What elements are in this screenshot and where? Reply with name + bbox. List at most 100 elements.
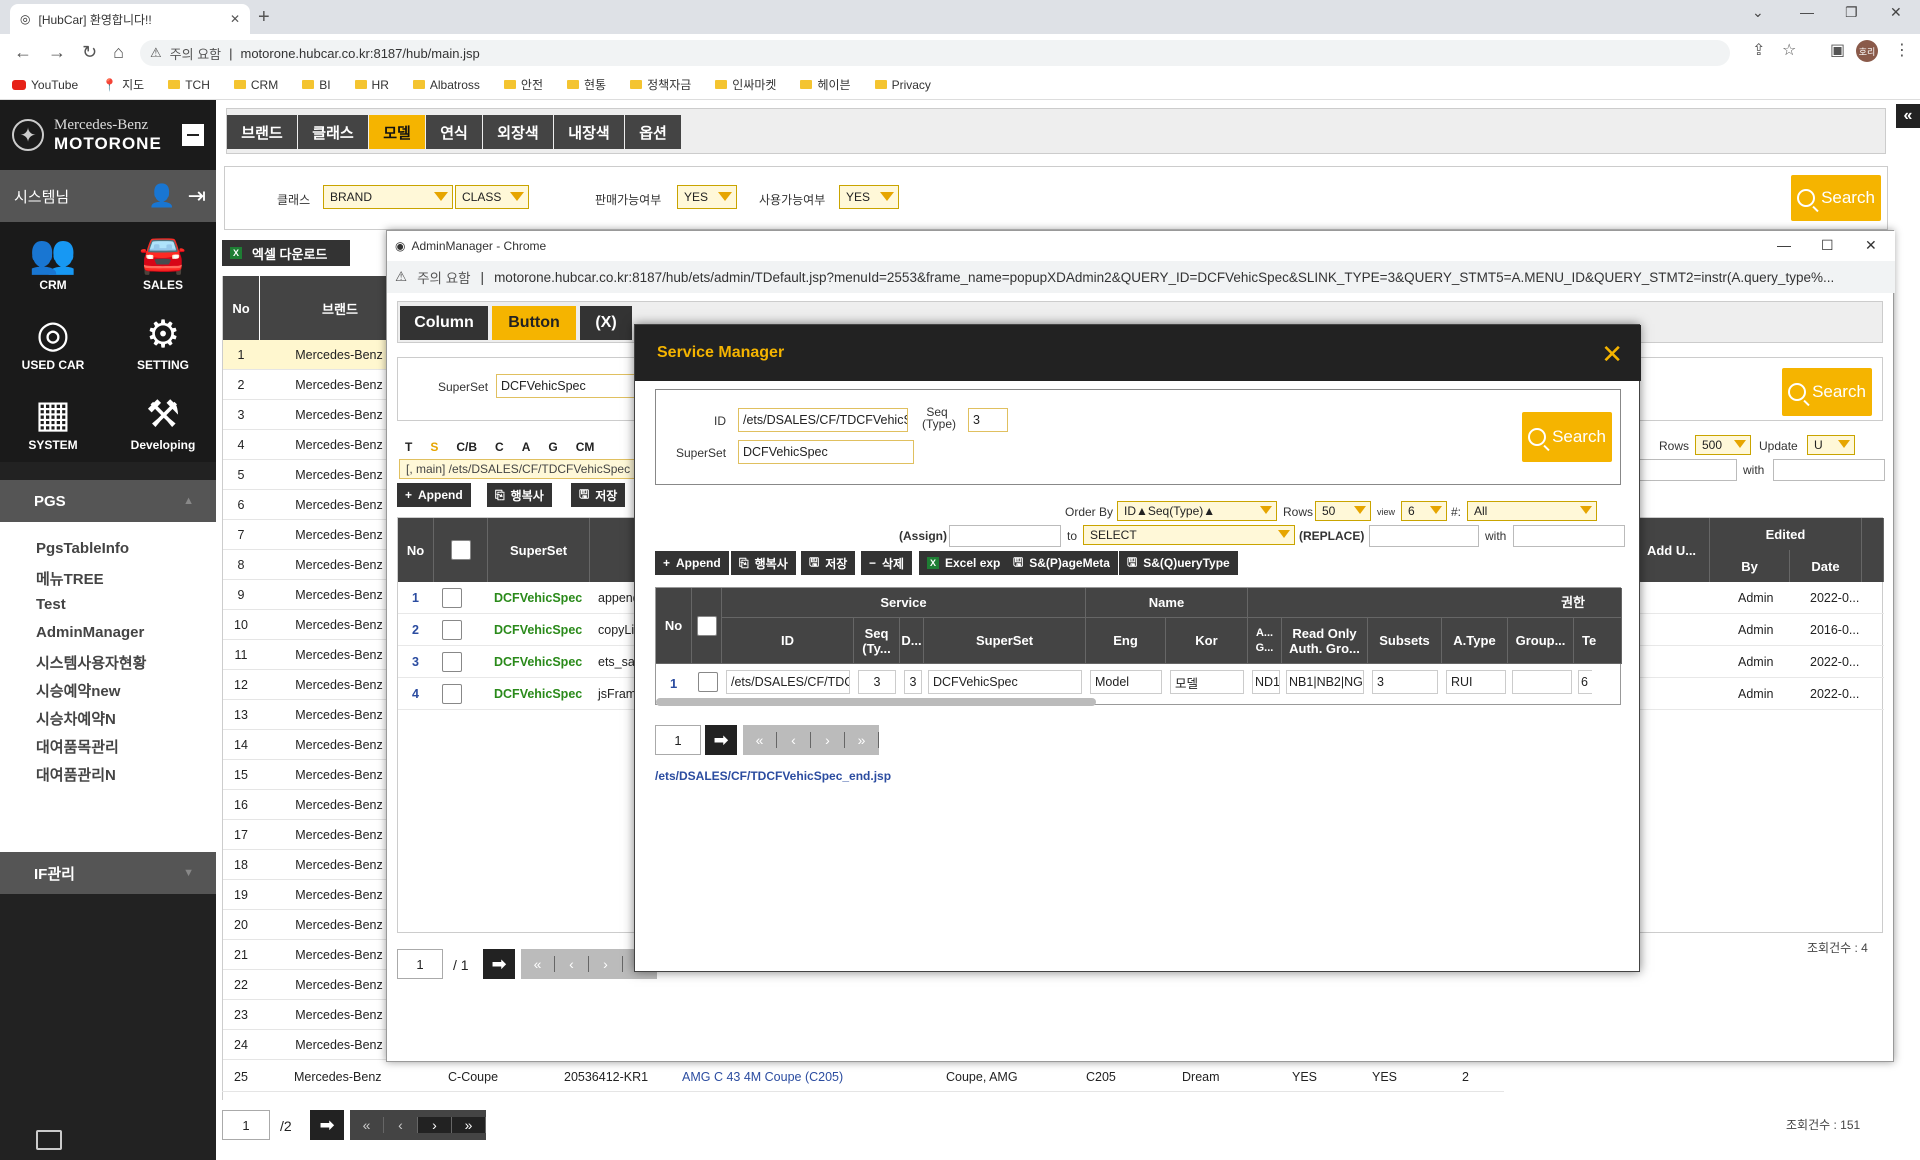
tab-3[interactable]: 연식 [426, 115, 482, 149]
bookmark-star-icon[interactable]: ☆ [1782, 40, 1796, 60]
popup-close-button[interactable]: ✕ [1865, 237, 1877, 254]
row-ag-input[interactable]: ND1 [1252, 670, 1280, 694]
row-atype-input[interactable]: RUI [1446, 670, 1506, 694]
service-table-row[interactable]: 1 /ets/DSALES/CF/TDCFVehicSpec.jsp 3 3 D… [656, 664, 1622, 700]
delete-button[interactable]: − 삭제 [861, 551, 913, 575]
row-eng-input[interactable]: Model [1090, 670, 1162, 694]
update-select[interactable]: U [1807, 435, 1855, 455]
sales-menu[interactable]: 🚘 SALES [118, 232, 208, 292]
sidebar-item[interactable]: 시스템사용자현황 [36, 652, 146, 673]
type-filter-letter[interactable]: C [495, 440, 504, 454]
save-page-meta-button[interactable]: 🖫 S&(P)ageMeta [1005, 551, 1118, 575]
sidebar-item[interactable]: 시승차예약N [36, 708, 116, 729]
replace-label[interactable]: (REPLACE) [1299, 529, 1364, 543]
assign-input[interactable] [949, 525, 1061, 547]
tab-4[interactable]: 외장색 [483, 115, 553, 149]
popup-search-button[interactable]: Search [1782, 368, 1872, 416]
used-car-menu[interactable]: ◎ USED CAR [8, 312, 98, 372]
popup-page-input[interactable]: 1 [397, 949, 443, 979]
back-icon[interactable]: ← [14, 42, 32, 63]
row-d-input[interactable]: 3 [904, 670, 922, 694]
collapse-menu-button[interactable] [182, 124, 204, 146]
popup-minimize-button[interactable]: — [1777, 237, 1791, 253]
last-page-icon[interactable]: » [845, 732, 879, 748]
next-page-icon[interactable]: › [811, 732, 845, 748]
system-menu[interactable]: ▦ SYSTEM [8, 392, 98, 452]
row-id-input[interactable]: /ets/DSALES/CF/TDCFVehicSpec.jsp [726, 670, 850, 694]
user-icon[interactable]: 👤 [148, 183, 175, 209]
bookmark-item[interactable]: 인싸마켓 [715, 76, 776, 93]
append-button[interactable]: + Append [655, 551, 729, 575]
superset-input[interactable]: DCFVehicSpec [738, 440, 914, 464]
row-kor-input[interactable]: 모델 [1170, 670, 1244, 694]
table-row[interactable]: 25 Mercedes-Benz C-Coupe 20536412-KR1 AM… [222, 1062, 1504, 1092]
save-button[interactable]: 🖫 저장 [571, 483, 626, 507]
sidebar-item[interactable]: AdminManager [36, 624, 144, 641]
book-icon[interactable] [36, 1130, 62, 1150]
next-page-icon[interactable]: › [589, 956, 623, 972]
setting-menu[interactable]: ⚙ SETTING [118, 312, 208, 372]
bookmark-item[interactable]: BI [302, 78, 331, 92]
seq-input[interactable]: 3 [968, 408, 1008, 432]
excel-download-button[interactable]: X 엑셀 다운로드 [222, 240, 350, 266]
home-icon[interactable]: ⌂ [113, 42, 124, 63]
tab-column[interactable]: Column [400, 306, 488, 340]
type-filter-letter[interactable]: T [405, 440, 412, 454]
row-checkbox[interactable] [442, 684, 462, 704]
first-page-icon[interactable]: « [350, 1117, 384, 1133]
minimize-button[interactable]: — [1800, 4, 1814, 20]
go-page-button[interactable]: ➡ [310, 1110, 344, 1140]
profile-avatar[interactable]: 호리 [1856, 40, 1878, 62]
popup-go-page-button[interactable]: ➡ [483, 949, 515, 979]
bookmark-item[interactable]: HR [354, 78, 389, 92]
with-input[interactable] [1773, 459, 1885, 481]
prev-page-icon[interactable]: ‹ [777, 732, 811, 748]
url-field[interactable]: ⚠ 주의 요함 | motorone.hubcar.co.kr:8187/hub… [140, 40, 1730, 66]
sidebar-item[interactable]: Test [36, 596, 66, 613]
prev-page-icon[interactable]: ‹ [384, 1117, 418, 1133]
service-go-page-button[interactable]: ➡ [705, 725, 737, 755]
row-checkbox[interactable] [442, 620, 462, 640]
type-filter-letter[interactable]: A [522, 440, 531, 454]
row-seq-input[interactable]: 3 [858, 670, 896, 694]
save-button[interactable]: 🖫 저장 [801, 551, 856, 575]
bookmark-item[interactable]: 📍 지도 [102, 76, 144, 93]
bookmark-item[interactable]: 안전 [503, 76, 543, 93]
next-page-icon[interactable]: › [418, 1117, 452, 1133]
row-checkbox[interactable] [442, 588, 462, 608]
copy-row-button[interactable]: ⎘ 행복사 [731, 551, 796, 575]
horizontal-scrollbar[interactable] [656, 698, 1096, 706]
assign-label[interactable]: (Assign) [899, 529, 947, 543]
row-group-input[interactable] [1512, 670, 1572, 694]
brand-select[interactable]: BRAND [323, 185, 453, 209]
prev-page-icon[interactable]: ‹ [555, 956, 589, 972]
close-icon[interactable]: ✕ [1601, 339, 1623, 370]
collapse-right-button[interactable]: « [1896, 104, 1920, 128]
to-select[interactable]: SELECT [1083, 525, 1295, 545]
sidebar-item[interactable]: 대여품관리N [36, 764, 116, 785]
sidebar-item[interactable]: 메뉴TREE [36, 568, 104, 589]
last-page-icon[interactable]: » [452, 1117, 486, 1133]
row-readonly-input[interactable]: NB1|NB2|NG [1286, 670, 1364, 694]
superset-input[interactable]: DCFVehicSpec [496, 374, 656, 398]
select-all-checkbox[interactable] [696, 615, 717, 636]
save-query-type-button[interactable]: 🖫 S&(Q)ueryType [1119, 551, 1238, 575]
replace-input[interactable] [1369, 525, 1479, 547]
id-input[interactable]: /ets/DSALES/CF/TDCFVehicSpec.jsp [738, 408, 908, 432]
footer-link[interactable]: /ets/DSALES/CF/TDCFVehicSpec_end.jsp [655, 769, 891, 783]
rows-select[interactable]: 50 [1315, 501, 1371, 521]
type-filter-letter[interactable]: G [548, 440, 557, 454]
with-input[interactable] [1513, 525, 1625, 547]
tab-x[interactable]: (X) [580, 306, 632, 340]
first-page-icon[interactable]: « [521, 956, 555, 972]
type-filter-letter[interactable]: CM [576, 440, 595, 454]
bookmark-item[interactable]: CRM [233, 78, 278, 92]
restore-button[interactable]: ❐ [1845, 4, 1858, 21]
bookmark-item[interactable]: 헤이븐 [800, 76, 851, 93]
menu-icon[interactable]: ⋮ [1894, 40, 1910, 60]
share-icon[interactable]: ⇪ [1752, 40, 1765, 60]
row-checkbox[interactable] [442, 652, 462, 672]
sidebar-item[interactable]: 대여품목관리 [36, 736, 119, 757]
row-checkbox[interactable] [698, 672, 718, 692]
tab-2[interactable]: 모델 [369, 115, 425, 149]
